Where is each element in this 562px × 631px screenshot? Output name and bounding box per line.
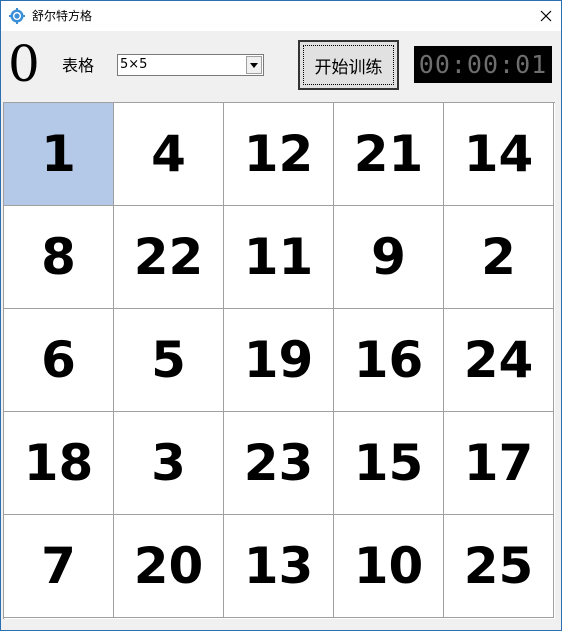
grid-cell[interactable]: 23 [224,412,334,515]
grid-cell[interactable]: 20 [114,515,224,618]
grid-cell[interactable]: 12 [224,103,334,206]
grid-cell[interactable]: 14 [444,103,554,206]
grid-cell[interactable]: 19 [224,309,334,412]
grid-cell[interactable]: 5 [114,309,224,412]
title-bar[interactable]: 舒尔特方格 [1,1,561,31]
timer-display: 00:00:01 [414,46,552,83]
app-window: 舒尔特方格 0 表格 5×5 开始训练 00:00:01 1 4 12 21 14 8 22… [0,0,562,631]
window-title: 舒尔特方格 [32,9,93,23]
close-button[interactable] [531,1,561,31]
toolbar: 0 表格 5×5 开始训练 00:00:01 [1,31,561,101]
start-training-button[interactable]: 开始训练 [298,40,399,90]
grid-cell[interactable]: 21 [334,103,444,206]
grid-cell[interactable]: 25 [444,515,554,618]
grid-cell[interactable]: 4 [114,103,224,206]
grid-size-value: 5×5 [120,57,148,72]
dropdown-arrow-button[interactable] [246,56,262,74]
grid-cell[interactable]: 13 [224,515,334,618]
grid-cell[interactable]: 17 [444,412,554,515]
grid-cell[interactable]: 24 [444,309,554,412]
grid-cell[interactable]: 18 [4,412,114,515]
schulte-grid: 1 4 12 21 14 8 22 11 9 2 6 5 19 16 24 18 3 23 15 17 7 20 13 10 2… [3,102,555,619]
grid-cell[interactable]: 3 [114,412,224,515]
grid-cell[interactable]: 7 [4,515,114,618]
chevron-down-icon [250,62,258,68]
grid-cell[interactable]: 16 [334,309,444,412]
grid-cell[interactable]: 10 [334,515,444,618]
grid-size-select[interactable]: 5×5 [117,54,264,76]
grid-cell[interactable]: 2 [444,206,554,309]
start-training-label: 开始训练 [314,57,383,78]
grid-cell[interactable]: 11 [224,206,334,309]
grid-cell[interactable]: 9 [334,206,444,309]
grid-cell[interactable]: 6 [4,309,114,412]
grid-cell[interactable]: 22 [114,206,224,309]
grid-cell[interactable]: 15 [334,412,444,515]
grid-cell[interactable]: 1 [4,103,114,206]
gear-icon [9,8,25,24]
click-counter: 0 [8,35,40,93]
close-icon [540,10,552,22]
grid-cell[interactable]: 8 [4,206,114,309]
grid-size-label: 表格 [62,56,95,75]
